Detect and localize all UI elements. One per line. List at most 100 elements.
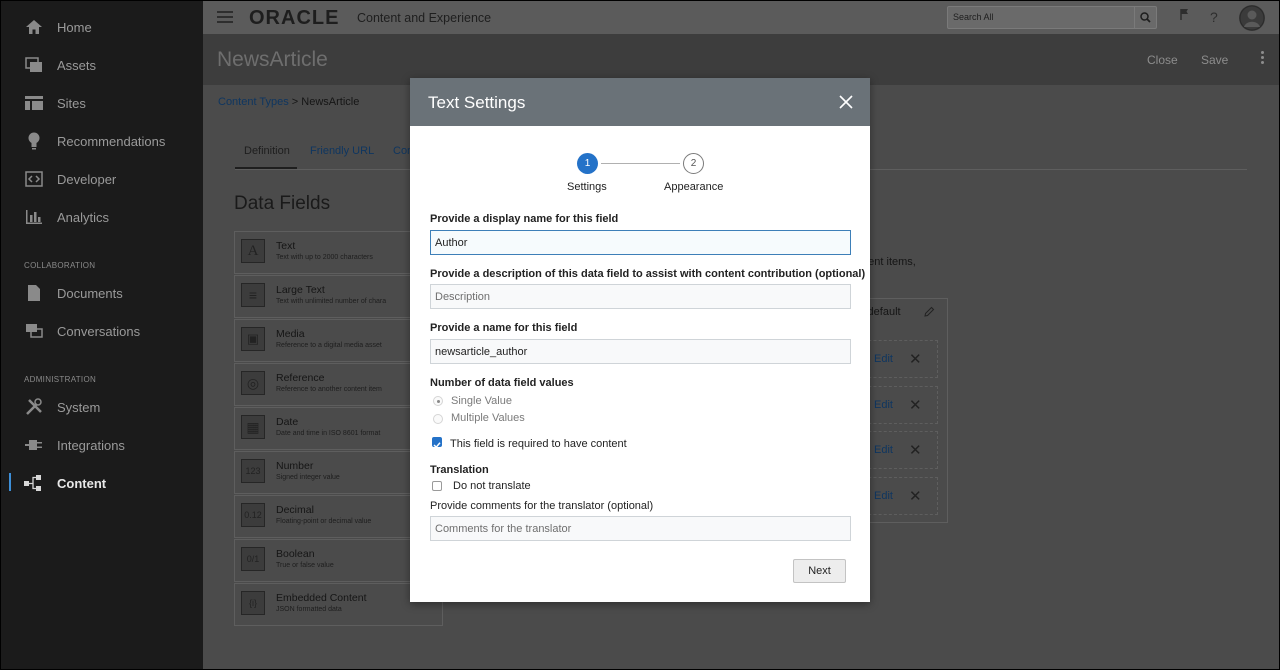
text-type-icon: A	[241, 239, 265, 263]
breadcrumb: Content Types > NewsArticle	[218, 96, 359, 108]
remove-icon[interactable]: ✕	[909, 350, 922, 368]
translation-label: Translation	[430, 464, 489, 476]
hamburger-menu-icon[interactable]	[217, 11, 233, 23]
assets-icon	[24, 55, 44, 75]
product-name: Content and Experience	[357, 11, 492, 25]
close-icon[interactable]	[838, 94, 854, 110]
plug-icon	[24, 435, 44, 455]
remove-icon[interactable]: ✕	[909, 487, 922, 505]
sidebar-item-label: Developer	[57, 171, 117, 187]
sidebar-item-documents[interactable]: Documents	[1, 275, 203, 311]
save-button[interactable]: Save	[1201, 53, 1228, 67]
field-type-name: Large Text	[276, 284, 325, 296]
remove-icon[interactable]: ✕	[909, 441, 922, 459]
flag-icon[interactable]	[1180, 8, 1190, 24]
sidebar-item-label: Sites	[57, 95, 86, 111]
home-icon	[24, 17, 44, 37]
lightbulb-icon	[24, 131, 44, 151]
sidebar-item-developer[interactable]: Developer	[1, 161, 203, 197]
pencil-icon[interactable]	[923, 305, 935, 323]
field-type-desc: Text with unlimited number of chara	[276, 298, 387, 305]
date-type-icon: ▦	[241, 415, 265, 439]
field-type-desc: Reference to a digital media asset	[276, 342, 382, 349]
sidebar-item-sites[interactable]: Sites	[1, 85, 203, 121]
tab-definition[interactable]: Definition	[244, 145, 290, 157]
avatar[interactable]	[1239, 5, 1265, 31]
single-value-radio[interactable]	[433, 396, 443, 406]
more-options-icon[interactable]	[1261, 51, 1265, 66]
search-input[interactable]: Search All	[947, 6, 1157, 29]
field-type-desc: JSON formatted data	[276, 606, 342, 613]
data-fields-title: Data Fields	[234, 193, 331, 214]
breadcrumb-link[interactable]: Content Types	[218, 96, 289, 108]
field-type-desc: Reference to another content item	[276, 386, 382, 393]
search-icon[interactable]	[1134, 7, 1156, 28]
step-2-indicator[interactable]: 2	[683, 153, 704, 174]
tab-friendly-url[interactable]: Friendly URL	[310, 145, 374, 157]
step-1-indicator[interactable]: 1	[577, 153, 598, 174]
description-input[interactable]	[430, 284, 851, 309]
sidebar-item-content[interactable]: Content	[1, 465, 203, 501]
next-button[interactable]: Next	[793, 559, 846, 583]
sidebar-item-label: Recommendations	[57, 133, 166, 149]
sidebar-item-label: Documents	[57, 285, 123, 301]
field-type-name: Number	[276, 460, 314, 472]
search-placeholder: Search All	[953, 12, 994, 22]
multiple-values-label: Multiple Values	[451, 412, 525, 424]
sidebar-item-label: System	[57, 399, 101, 415]
reference-type-icon: ◎	[241, 371, 265, 395]
field-type-name: Media	[276, 328, 305, 340]
sidebar-item-label: Integrations	[57, 437, 125, 453]
translator-comments-input[interactable]	[430, 516, 851, 541]
field-type-desc: Text with up to 2000 characters	[276, 254, 373, 261]
documents-icon	[24, 283, 44, 303]
field-type-desc: Signed integer value	[276, 474, 340, 481]
number-type-icon: 123	[241, 459, 265, 483]
decimal-type-icon: 0.12	[241, 503, 265, 527]
field-type-name: Decimal	[276, 504, 314, 516]
field-type-name: Boolean	[276, 548, 315, 560]
sidebar-item-home[interactable]: Home	[1, 9, 203, 45]
breadcrumb-current: NewsArticle	[301, 96, 360, 108]
edit-link[interactable]: Edit	[874, 444, 893, 456]
display-name-input[interactable]	[430, 230, 851, 255]
sites-icon	[24, 93, 44, 113]
sidebar-item-recommendations[interactable]: Recommendations	[1, 123, 203, 159]
sidebar-item-label: Home	[57, 19, 92, 35]
sidebar-item-integrations[interactable]: Integrations	[1, 427, 203, 463]
sidebar-item-system[interactable]: System	[1, 389, 203, 425]
sidebar-item-conversations[interactable]: Conversations	[1, 313, 203, 349]
field-type-desc: Date and time in ISO 8601 format	[276, 430, 381, 437]
step-1-label: Settings	[567, 181, 607, 193]
do-not-translate-label: Do not translate	[453, 480, 531, 492]
edit-link[interactable]: Edit	[874, 353, 893, 365]
values-count-label: Number of data field values	[430, 377, 574, 389]
section-label-collaboration: COLLABORATION	[24, 261, 96, 270]
multiple-values-radio[interactable]	[433, 414, 443, 424]
page-title: NewsArticle	[217, 48, 328, 71]
field-name-label: Provide a name for this field	[430, 322, 578, 334]
edit-link[interactable]: Edit	[874, 399, 893, 411]
close-button[interactable]: Close	[1147, 53, 1178, 67]
field-name-input[interactable]	[430, 339, 851, 364]
section-label-administration: ADMINISTRATION	[24, 375, 97, 384]
remove-icon[interactable]: ✕	[909, 396, 922, 414]
field-type-desc: Floating-point or decimal value	[276, 518, 372, 525]
description-label: Provide a description of this data field…	[430, 268, 866, 280]
sidebar-item-label: Analytics	[57, 209, 110, 225]
edit-link[interactable]: Edit	[874, 490, 893, 502]
code-icon	[24, 169, 44, 189]
boolean-type-icon: 0/1	[241, 547, 265, 571]
sidebar-item-label: Assets	[57, 57, 97, 73]
help-icon[interactable]: ?	[1210, 9, 1218, 25]
do-not-translate-checkbox[interactable]	[432, 481, 442, 491]
required-label: This field is required to have content	[450, 438, 627, 450]
embedded-content-type-icon: {i}	[241, 591, 265, 615]
text-settings-dialog: Text Settings 1 2 Settings Appearance Pr…	[410, 78, 870, 602]
required-checkbox[interactable]	[432, 437, 442, 449]
breadcrumb-separator: >	[291, 96, 299, 108]
sidebar-item-analytics[interactable]: Analytics	[1, 199, 203, 235]
oracle-logo: ORACLE	[249, 7, 340, 29]
sidebar-item-assets[interactable]: Assets	[1, 47, 203, 83]
single-value-label: Single Value	[451, 395, 512, 407]
